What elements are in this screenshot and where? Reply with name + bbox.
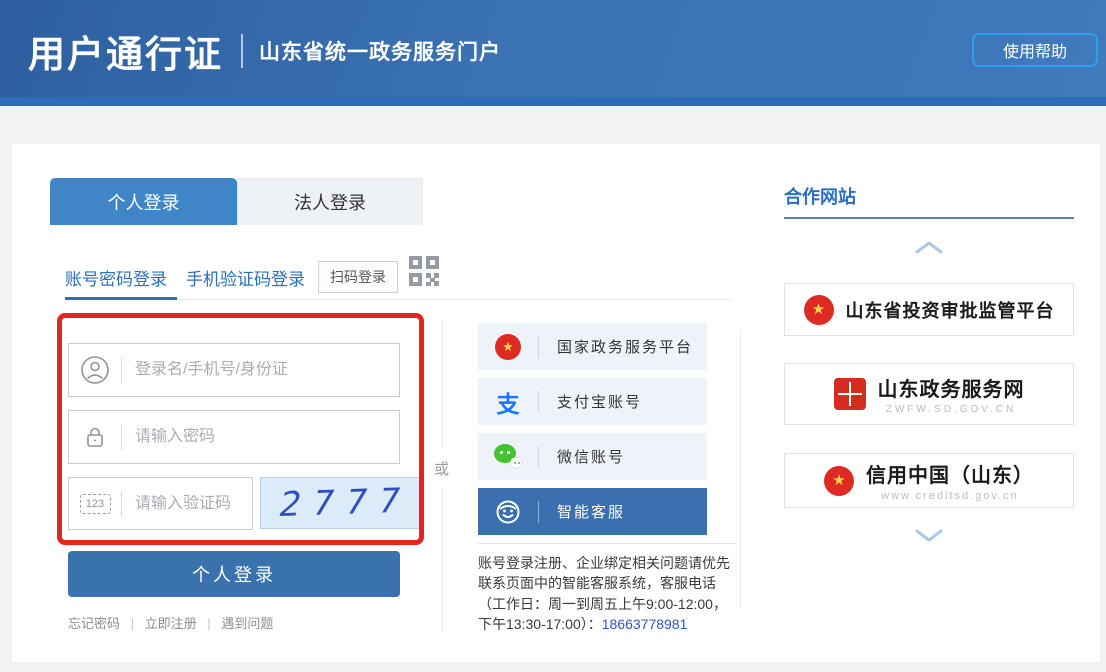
portal-subtitle: 山东省统一政务服务门户 — [259, 41, 501, 64]
or-divider-bottom — [442, 487, 443, 630]
brand-title: 用户通行证 — [28, 34, 223, 75]
tab-legal-login[interactable]: 法人登录 — [237, 178, 423, 225]
problem-link[interactable]: 遇到问题 — [221, 616, 273, 631]
forgot-password-link[interactable]: 忘记密码 — [68, 616, 120, 631]
wechat-icon — [478, 444, 538, 469]
national-emblem-icon: ★ — [824, 465, 854, 496]
method-password-login[interactable]: 账号密码登录 — [65, 265, 167, 290]
captcha-input[interactable] — [122, 494, 252, 513]
service-notice: 账号登录注册、企业绑定相关问题请优先联系页面中的智能客服系统，客服电话（工作日：… — [478, 543, 736, 634]
register-link[interactable]: 立即注册 — [145, 616, 197, 631]
method-qr-login[interactable]: 扫码登录 — [318, 261, 398, 293]
alipay-icon: 支 — [496, 390, 520, 417]
third-party-national-platform[interactable]: ★ 国家政务服务平台 — [478, 323, 707, 370]
header-bottom-strip — [0, 97, 1106, 106]
partner-sites-underline — [784, 217, 1074, 219]
active-method-underline — [65, 297, 177, 300]
brand-separator — [241, 34, 243, 68]
or-label: 或 — [434, 461, 450, 478]
lock-icon — [69, 423, 121, 451]
captcha-123-icon: 123 — [69, 493, 121, 514]
national-emblem-icon: ★ — [803, 294, 834, 325]
chevron-up-icon[interactable] — [914, 240, 944, 255]
user-icon — [69, 355, 121, 385]
link-separator: | — [130, 616, 135, 631]
national-emblem-icon: ★ — [478, 333, 538, 360]
method-sms-login[interactable]: 手机验证码登录 — [186, 265, 305, 290]
login-page: 用户通行证 山东省统一政务服务门户 使用帮助 个人登录 法人登录 账号密码登录 … — [0, 0, 1106, 672]
third-party-wechat[interactable]: 微信账号 — [478, 433, 707, 480]
form-links: 忘记密码 | 立即注册 | 遇到问题 — [68, 613, 273, 632]
column-divider — [740, 330, 741, 608]
username-field[interactable] — [68, 343, 400, 397]
partner-card-zwfw[interactable]: 山东政务服务网 ZWFW.SD.GOV.CN — [784, 363, 1074, 425]
page-header: 用户通行证 山东省统一政务服务门户 使用帮助 — [0, 0, 1106, 106]
qr-code-icon[interactable] — [406, 253, 442, 289]
password-input[interactable] — [122, 428, 399, 446]
partner-card-investment-platform[interactable]: ★ 山东省投资审批监管平台 — [784, 283, 1074, 336]
username-input[interactable] — [122, 361, 399, 379]
captcha-image[interactable]: 2777 — [260, 477, 422, 529]
chevron-down-icon[interactable] — [914, 528, 944, 543]
partner-card-credit-china[interactable]: ★ 信用中国（山东） www.creditsd.gov.cn — [784, 453, 1074, 508]
or-divider-top — [442, 322, 443, 447]
tab-personal-login[interactable]: 个人登录 — [50, 178, 237, 225]
service-phone-link[interactable]: 18663778981 — [602, 616, 688, 632]
captcha-digits: 2777 — [274, 480, 416, 526]
partner-sites-title: 合作网站 — [784, 187, 856, 207]
captcha-field[interactable]: 123 — [68, 477, 253, 530]
customer-service-icon — [478, 499, 538, 525]
link-separator: | — [207, 616, 211, 631]
personal-login-button[interactable]: 个人登录 — [68, 551, 400, 597]
red-seal-icon — [833, 378, 866, 410]
third-party-smart-service[interactable]: 智能客服 — [478, 488, 707, 535]
password-field[interactable] — [68, 410, 400, 464]
third-party-alipay[interactable]: 支 支付宝账号 — [478, 378, 707, 425]
help-button[interactable]: 使用帮助 — [972, 33, 1098, 67]
